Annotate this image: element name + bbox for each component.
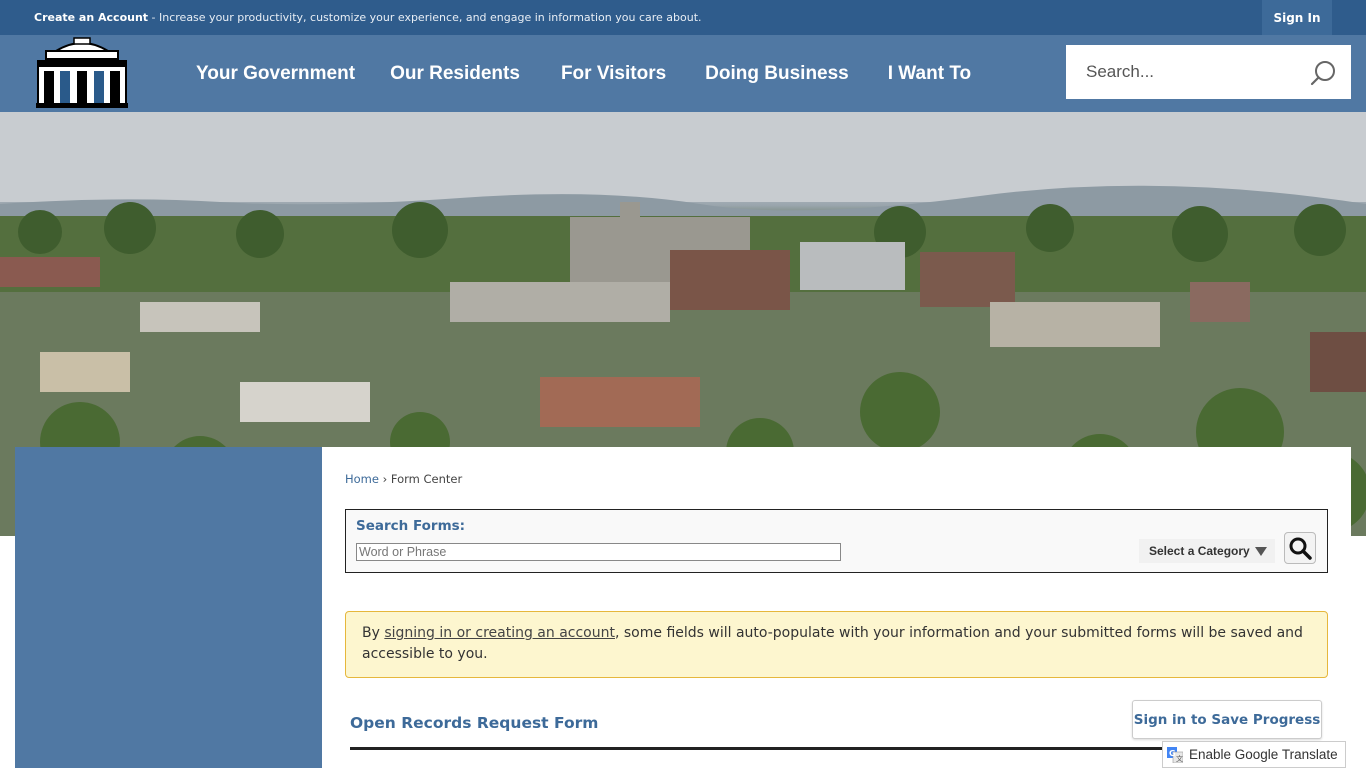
left-sidebar-panel [15, 447, 322, 768]
category-select-label: Select a Category [1149, 544, 1250, 558]
top-bar: Create an Account - Increase your produc… [0, 0, 1366, 35]
nav-for-visitors[interactable]: For Visitors [561, 63, 666, 85]
main-content: Home › Form Center Search Forms: Select … [322, 447, 1351, 768]
site-search-input[interactable] [1066, 45, 1306, 99]
search-forms-input[interactable] [356, 543, 841, 561]
translate-label: Enable Google Translate [1189, 747, 1338, 762]
main-nav: Your Government Our Residents For Visito… [178, 35, 971, 112]
create-account-link[interactable]: Create an Account [34, 11, 148, 24]
breadcrumb-home-link[interactable]: Home [345, 472, 379, 486]
notice-prefix: By [362, 625, 385, 641]
form-title: Open Records Request Form [350, 714, 599, 732]
google-translate-icon: G 文 [1167, 747, 1183, 763]
category-select[interactable]: Select a Category [1139, 539, 1275, 563]
site-header: Your Government Our Residents For Visito… [0, 35, 1366, 112]
account-promo: Create an Account - Increase your produc… [34, 11, 702, 24]
google-translate-button[interactable]: G 文 Enable Google Translate [1162, 741, 1346, 768]
nav-our-residents[interactable]: Our Residents [390, 63, 520, 85]
breadcrumb-current: Form Center [390, 472, 463, 486]
notice-sign-in-link[interactable]: signing in or creating an account [384, 625, 615, 641]
save-progress-button[interactable]: Sign in to Save Progress [1132, 700, 1322, 739]
magnifier-icon [1289, 537, 1312, 560]
nav-your-government[interactable]: Your Government [196, 63, 355, 85]
nav-i-want-to[interactable]: I Want To [888, 63, 971, 85]
search-forms-button[interactable] [1284, 532, 1316, 564]
search-forms-label: Search Forms: [356, 518, 466, 534]
breadcrumb-separator: › [382, 472, 388, 486]
dropdown-arrow-icon [1255, 547, 1267, 556]
sign-in-button[interactable]: Sign In [1262, 0, 1332, 35]
promo-text: - Increase your productivity, customize … [148, 11, 702, 24]
search-forms-panel: Search Forms: Select a Category [345, 509, 1328, 573]
breadcrumb: Home › Form Center [345, 472, 462, 486]
svg-text:文: 文 [1176, 754, 1183, 763]
site-search [1066, 45, 1351, 99]
sign-in-notice: By signing in or creating an account, so… [345, 611, 1328, 678]
city-logo[interactable] [34, 37, 130, 109]
nav-doing-business[interactable]: Doing Business [705, 63, 849, 85]
svg-text:G: G [1169, 749, 1176, 758]
search-icon[interactable] [1310, 59, 1338, 87]
courthouse-logo-icon [34, 37, 130, 109]
